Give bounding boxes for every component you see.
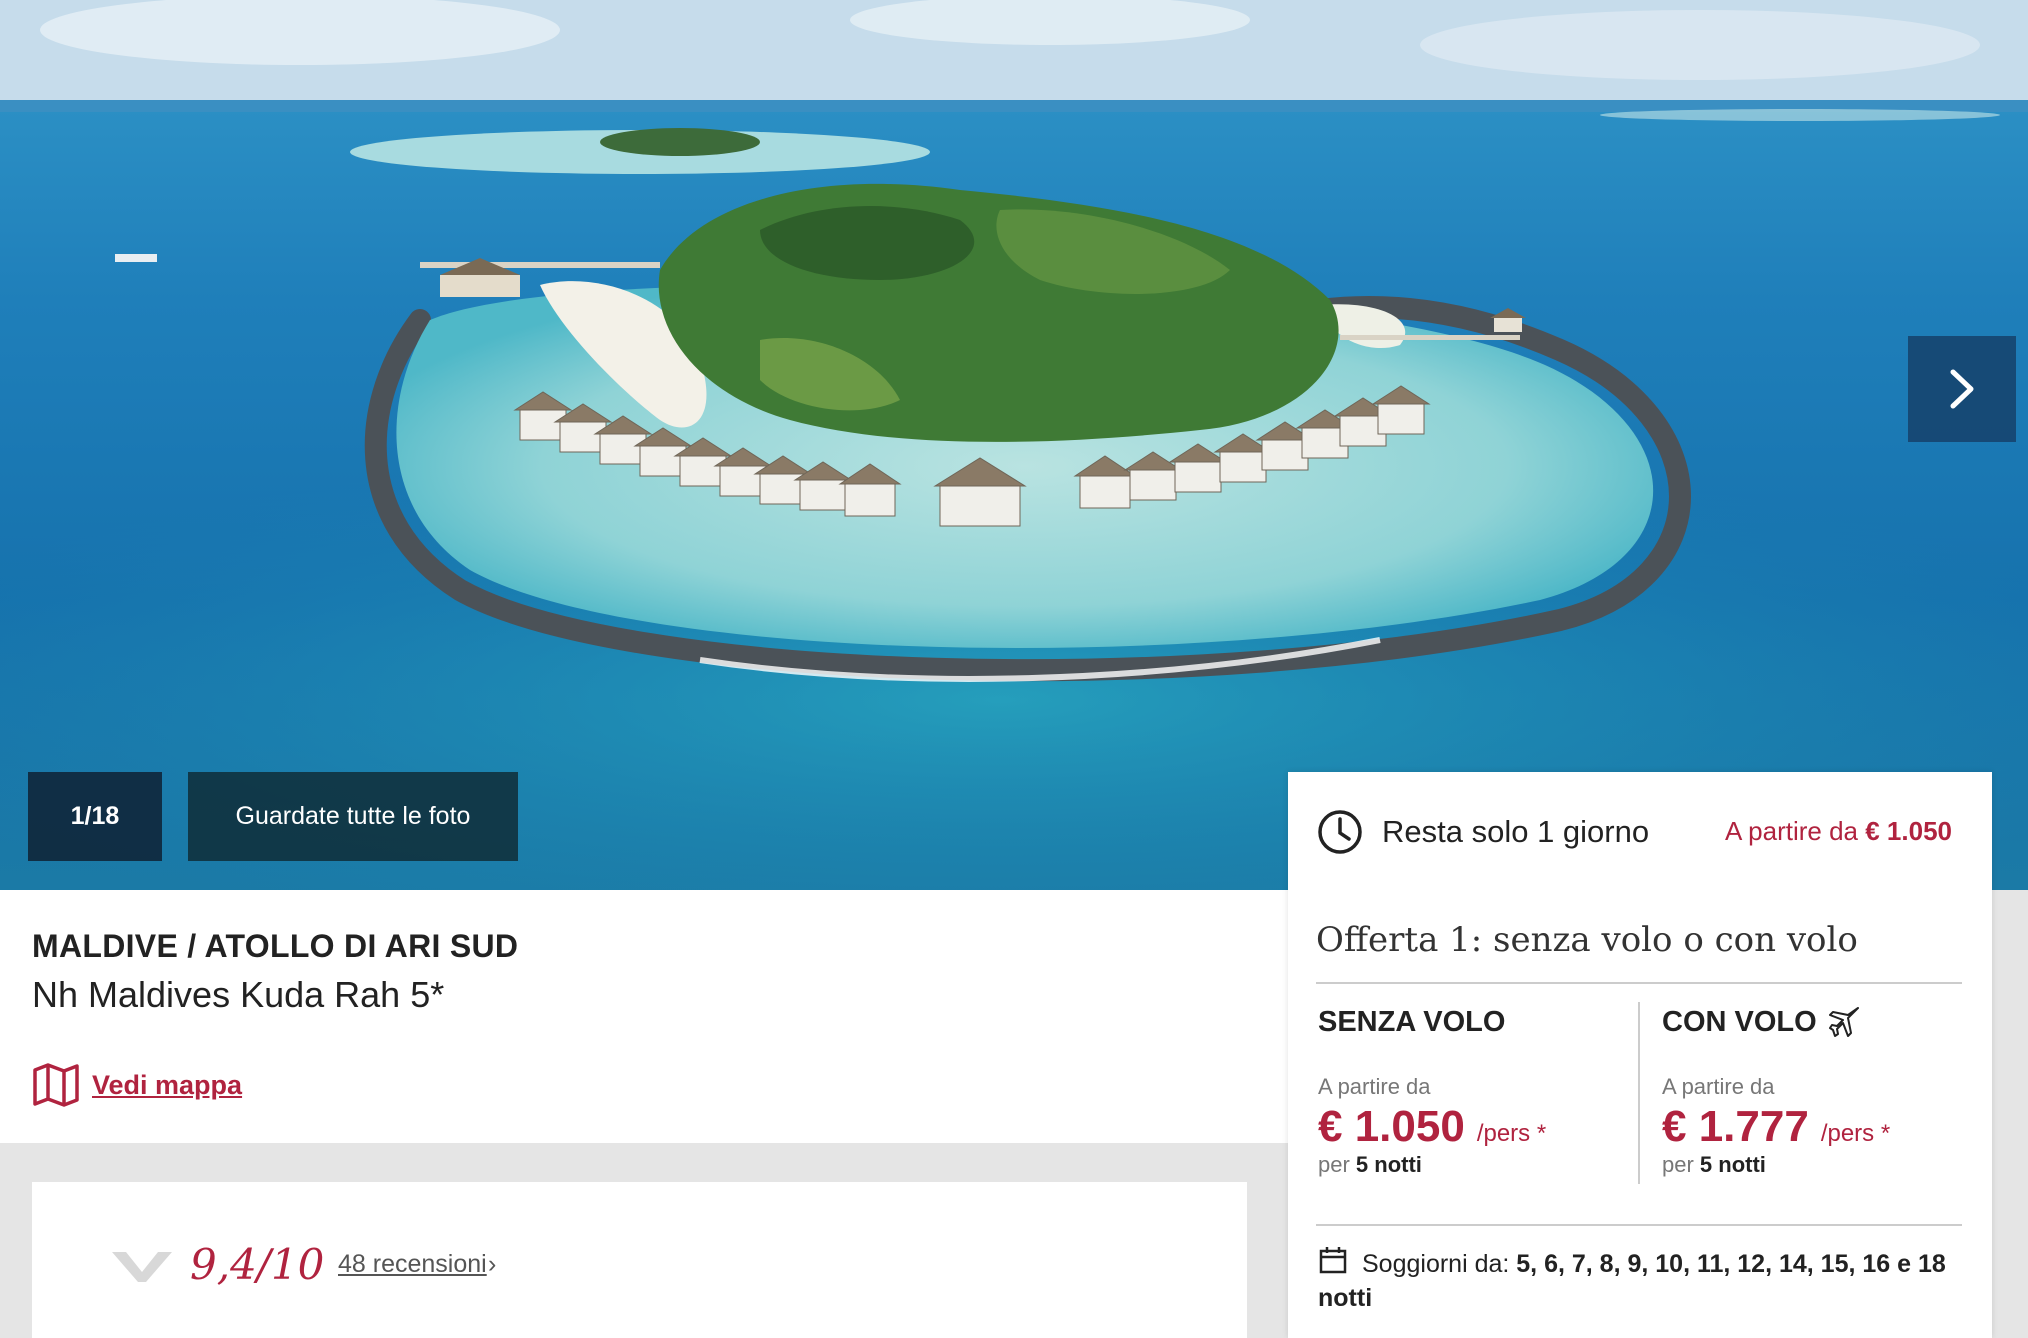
plane-icon [1828,1007,1859,1037]
from-price-value: € 1.050 [1865,816,1952,846]
chevron-right-icon: › [488,1250,497,1278]
stay-durations: Soggiorni da: 5, 6, 7, 8, 9, 10, 11, 12,… [1318,1245,1968,1315]
stays-label: Soggiorni da: [1362,1250,1510,1278]
reviews-logo-icon [112,1252,172,1282]
option-from: A partire da [1662,1074,1775,1099]
divider [1316,1224,1962,1226]
calendar-icon [1319,1247,1347,1274]
map-icon [33,1063,79,1107]
time-left-text: Resta solo 1 giorno [1382,814,1650,849]
reviews-count-link[interactable]: 48 recensioni [338,1250,487,1279]
option-from: A partire da [1318,1074,1431,1099]
hotel-name: Nh Maldives Kuda Rah 5* [32,974,445,1015]
hero-photo[interactable]: 1/18 Guardate tutte le foto [0,0,2028,890]
review-score: 9,4/10 [190,1240,325,1289]
hotel-location: MALDIVE / ATOLLO DI ARI SUD [32,928,519,964]
option-price: € 1.777 [1662,1102,1809,1151]
option-nights-prefix: per [1318,1152,1350,1177]
divider [1316,982,1962,984]
next-photo-button[interactable] [1908,336,2016,442]
option-label: CON VOLO [1662,1005,1817,1038]
option-per: /pers * [1476,1120,1547,1147]
option-with-flight[interactable]: CON VOLO A partire da € 1.777 /pers * pe… [1662,1002,1962,1178]
view-map-link[interactable]: Vedi mappa [32,1062,242,1108]
island-photo [0,0,2028,890]
chevron-right-icon [1950,369,1974,409]
option-price: € 1.050 [1318,1102,1465,1151]
option-per: /pers * [1820,1120,1891,1147]
option-nights: 5 notti [1355,1152,1422,1177]
page: 1/18 Guardate tutte le foto MALDIVE / AT… [0,0,2028,1338]
all-photos-button[interactable]: Guardate tutte le foto [188,772,518,861]
option-label: SENZA VOLO [1318,1005,1506,1038]
offer-title: Offerta 1: senza volo o con volo [1316,920,1858,960]
from-price: A partire da € 1.050 [1725,816,1952,847]
option-without-flight[interactable]: SENZA VOLO A partire da € 1.050 /pers * … [1318,1002,1618,1178]
photo-counter: 1/18 [28,772,162,861]
option-nights: 5 notti [1699,1152,1766,1177]
view-map-label: Vedi mappa [92,1069,243,1100]
option-nights-prefix: per [1662,1152,1694,1177]
time-left: Resta solo 1 giorno [1316,808,1649,856]
clock-icon [1318,810,1362,854]
from-price-prefix: A partire da [1725,816,1859,846]
divider [1638,1002,1640,1184]
